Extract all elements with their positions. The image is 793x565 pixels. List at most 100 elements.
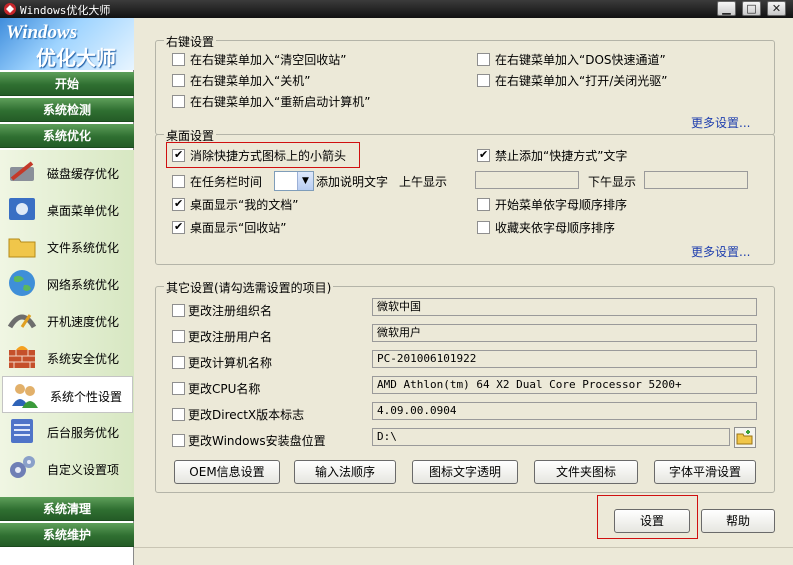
main-window: Windows优化大师 ▁ □ ✕ Windows 优化大师 开始 系统检测 系…: [0, 0, 793, 565]
option-label: 在右键菜单加入“重新启动计算机”: [190, 95, 371, 109]
nav-item-file-system[interactable]: 文件系统优化: [0, 228, 134, 265]
chevron-down-icon: ▼: [297, 172, 313, 190]
option-label: 在右键菜单加入“打开/关闭光驱”: [495, 74, 668, 88]
option-label: 桌面显示“回收站”: [190, 221, 287, 235]
cpu-name-input[interactable]: AMD Athlon(tm) 64 X2 Dual Core Processor…: [372, 376, 757, 394]
desktop-menu-icon: [9, 198, 35, 220]
user-name-input[interactable]: 微软用户: [372, 324, 757, 342]
nav-section-optimize[interactable]: 系统优化: [0, 124, 134, 148]
apply-settings-button[interactable]: 设置: [614, 509, 690, 533]
file-system-icon: [8, 238, 36, 258]
nav-item-label: 系统个性设置: [50, 390, 123, 404]
pm-text-input[interactable]: [644, 171, 748, 189]
app-logo-icon: [4, 3, 16, 15]
maximize-button[interactable]: □: [742, 1, 761, 16]
pm-label: 下午显示: [588, 175, 637, 189]
background-service-icon: [11, 419, 33, 443]
computer-name-input[interactable]: PC-201006101922: [372, 350, 757, 368]
desktop-group: 桌面设置 消除快捷方式图标上的小箭头 禁止添加“快捷方式”文字 在任务栏时间 ▼…: [155, 127, 775, 265]
option-label: 更改DirectX版本标志: [188, 408, 305, 422]
option-label: 开始菜单依字母顺序排序: [495, 198, 628, 212]
install-path-input[interactable]: D:\: [372, 428, 730, 446]
checkbox-favorites-sort[interactable]: [477, 221, 490, 234]
directx-version-input[interactable]: 4.09.00.0904: [372, 402, 757, 420]
nav-item-personalize[interactable]: 系统个性设置: [2, 376, 133, 413]
option-label: 在右键菜单加入“关机”: [190, 74, 311, 88]
nav-item-desktop-menu[interactable]: 桌面菜单优化: [0, 191, 134, 228]
settings-panel: 右键设置 在右键菜单加入“清空回收站” 在右键菜单加入“关机” 在右键菜单加入“…: [142, 22, 787, 547]
font-smoothing-button[interactable]: 字体平滑设置: [654, 460, 756, 484]
checkbox-recycle-bin[interactable]: [172, 53, 185, 66]
boot-speed-icon: [7, 314, 37, 329]
checkbox-computer-name[interactable]: [172, 356, 185, 369]
checkbox-install-path[interactable]: [172, 434, 185, 447]
option-label: 禁止添加“快捷方式”文字: [495, 149, 628, 163]
checkbox-org-name[interactable]: [172, 304, 185, 317]
nav-section-start[interactable]: 开始: [0, 72, 134, 96]
nav-item-label: 磁盘缓存优化: [47, 167, 120, 181]
option-label: 在右键菜单加入“DOS快速通道”: [495, 53, 666, 67]
oem-info-button[interactable]: OEM信息设置: [174, 460, 280, 484]
checkbox-cpu-name[interactable]: [172, 382, 185, 395]
option-label: 在任务栏时间: [190, 175, 263, 189]
nav-item-label: 桌面菜单优化: [47, 204, 120, 218]
nav-item-security[interactable]: 系统安全优化: [0, 339, 134, 376]
window-title: Windows优化大师: [20, 4, 111, 17]
highlight-box: [166, 142, 360, 168]
logo-text-en: Windows: [6, 22, 78, 43]
nav-item-boot-speed[interactable]: 开机速度优化: [0, 302, 134, 339]
am-text-input[interactable]: [475, 171, 579, 189]
help-button[interactable]: 帮助: [701, 509, 775, 533]
checkbox-restart[interactable]: [172, 95, 185, 108]
other-settings-group: 其它设置(请勾选需设置的项目) 更改注册组织名 微软中国 更改注册用户名 微软用…: [155, 279, 775, 493]
checkbox-recycle-bin-desktop[interactable]: [172, 220, 185, 234]
option-label: 收藏夹依字母顺序排序: [495, 221, 616, 235]
option-label: 更改注册用户名: [188, 330, 273, 344]
checkbox-no-shortcut-text[interactable]: [477, 148, 490, 162]
checkbox-my-documents[interactable]: [172, 197, 185, 211]
am-label: 上午显示: [399, 175, 448, 189]
option-label: 更改计算机名称: [188, 356, 273, 370]
nav-item-disk-cache[interactable]: 磁盘缓存优化: [0, 154, 134, 191]
nav-item-network[interactable]: 网络系统优化: [0, 265, 134, 302]
checkbox-taskbar-time[interactable]: [172, 175, 185, 188]
minimize-button[interactable]: ▁: [717, 1, 736, 16]
folder-icon-button[interactable]: 文件夹图标: [534, 460, 638, 484]
network-globe-icon: [9, 270, 35, 296]
disk-cache-icon: [10, 161, 34, 181]
open-folder-icon: [736, 430, 753, 445]
more-settings-link[interactable]: 更多设置...: [691, 243, 750, 260]
nav-section-check[interactable]: 系统检测: [0, 98, 134, 122]
app-logo: Windows 优化大师: [0, 18, 134, 70]
icon-text-transparent-button[interactable]: 图标文字透明: [412, 460, 518, 484]
checkbox-shutdown[interactable]: [172, 74, 185, 87]
checkbox-user-name[interactable]: [172, 330, 185, 343]
nav-item-services[interactable]: 后台服务优化: [0, 413, 134, 450]
option-label: 添加说明文字: [316, 175, 389, 189]
checkbox-directx-version[interactable]: [172, 408, 185, 421]
group-title: 右键设置: [164, 33, 217, 50]
title-bar: Windows优化大师 ▁ □ ✕: [0, 0, 793, 18]
checkbox-start-menu-sort[interactable]: [477, 198, 490, 211]
input-method-order-button[interactable]: 输入法顺序: [294, 460, 396, 484]
nav-item-label: 系统安全优化: [47, 352, 120, 366]
nav-section-clean[interactable]: 系统清理: [0, 497, 134, 521]
more-settings-link[interactable]: 更多设置...: [691, 114, 750, 131]
time-select[interactable]: ▼: [274, 171, 314, 191]
nav-item-label: 后台服务优化: [47, 426, 120, 440]
nav-section-maintain[interactable]: 系统维护: [0, 523, 134, 547]
browse-folder-button[interactable]: [734, 427, 756, 448]
option-label: 更改CPU名称: [188, 382, 261, 396]
status-bar: [134, 547, 793, 565]
custom-gears-icon: [10, 456, 35, 478]
sidebar: Windows 优化大师 开始 系统检测 系统优化 磁盘缓存优化 桌面菜单优化 …: [0, 18, 134, 565]
right-click-group: 右键设置 在右键菜单加入“清空回收站” 在右键菜单加入“关机” 在右键菜单加入“…: [155, 33, 775, 135]
checkbox-dos-channel[interactable]: [477, 53, 490, 66]
security-wall-icon: [9, 346, 35, 368]
option-label: 更改Windows安装盘位置: [188, 434, 326, 448]
nav-item-custom[interactable]: 自定义设置项: [0, 450, 134, 487]
checkbox-cdrom[interactable]: [477, 74, 490, 87]
org-name-input[interactable]: 微软中国: [372, 298, 757, 316]
option-label: 桌面显示“我的文档”: [190, 198, 299, 212]
close-button[interactable]: ✕: [767, 1, 786, 16]
